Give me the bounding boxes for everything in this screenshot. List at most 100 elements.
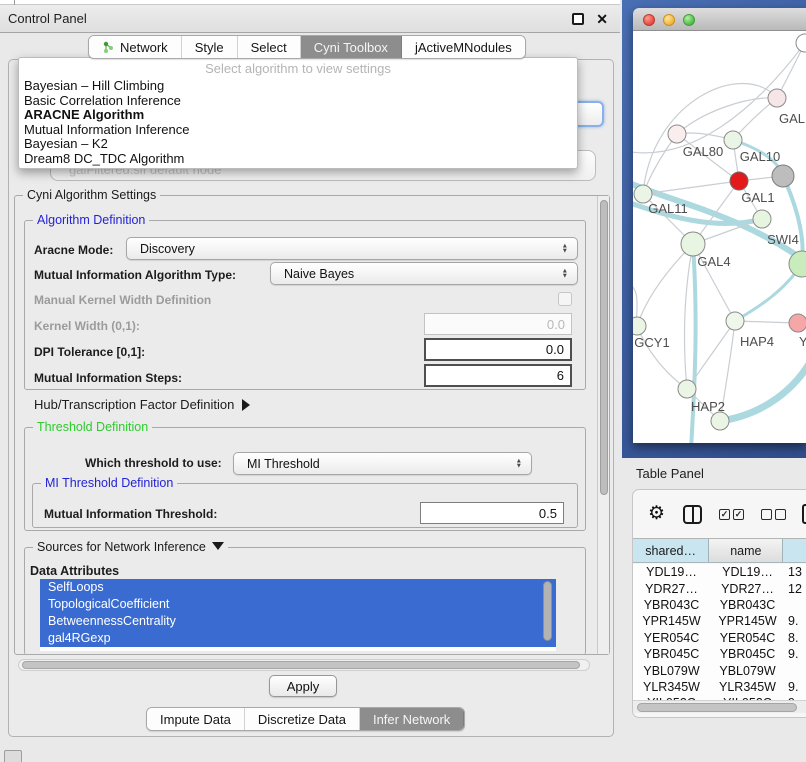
- dropdown-item[interactable]: Bayesian – Hill Climbing: [24, 79, 574, 94]
- sources-title[interactable]: Sources for Network Inference: [33, 540, 228, 554]
- hub-definition-expander[interactable]: Hub/Transcription Factor Definition: [34, 397, 250, 412]
- which-threshold-label: Which threshold to use:: [85, 456, 222, 470]
- node-gal80[interactable]: [668, 125, 686, 143]
- cyni-settings-title: Cyni Algorithm Settings: [23, 188, 160, 202]
- table-rows: YDL19…YDL19…13 YDR27…YDR27…12 YBR043CYBR…: [633, 564, 806, 700]
- node-gal-tr[interactable]: [768, 89, 786, 107]
- attribute-item[interactable]: gal4RGexp: [40, 630, 556, 647]
- dropdown-item[interactable]: Mutual Information Inference: [24, 123, 574, 138]
- node-label: GAL4: [697, 254, 730, 269]
- dropdown-item[interactable]: Dream8 DC_TDC Algorithm: [24, 152, 574, 167]
- mi-type-value: Naive Bayes: [284, 267, 354, 281]
- node-gal4[interactable]: [681, 232, 705, 256]
- tab-infer-network[interactable]: Infer Network: [360, 708, 464, 730]
- function-builder-icon[interactable]: [802, 504, 806, 524]
- node-label: GAL80: [683, 144, 723, 159]
- table-panel-card: ⚙ ✓✓ shared… name YDL19…YDL19…13 YDR27…Y…: [632, 489, 806, 718]
- node-top-partial[interactable]: [796, 34, 806, 52]
- table-panel-title: Table Panel: [636, 466, 704, 481]
- node-swi4[interactable]: [753, 210, 771, 228]
- kernel-width-label: Kernel Width (0,1):: [34, 319, 140, 333]
- dropdown-prompt: Select algorithm to view settings: [19, 61, 577, 76]
- which-threshold-value: MI Threshold: [247, 457, 320, 471]
- mi-type-label: Mutual Information Algorithm Type:: [34, 268, 236, 282]
- split-columns-icon[interactable]: [683, 505, 702, 524]
- aracne-mode-combobox[interactable]: Discovery ▲▼: [126, 237, 578, 260]
- node-label: Y: [799, 334, 806, 349]
- table-row[interactable]: YDL19…YDL19…13: [633, 564, 806, 580]
- column-header-shared-name[interactable]: shared…: [633, 539, 709, 562]
- close-panel-icon[interactable]: ✕: [596, 11, 608, 27]
- mi-steps-label: Mutual Information Steps:: [34, 371, 182, 385]
- deselect-all-icon[interactable]: [761, 509, 786, 520]
- close-window-icon[interactable]: [643, 14, 655, 26]
- table-horizontal-scrollbar[interactable]: [633, 700, 806, 713]
- network-view-window: GAL GAL80 GAL10 GAL1 GAL11 SWI4 GAL4 GCY…: [633, 8, 806, 443]
- tab-select[interactable]: Select: [238, 36, 301, 58]
- attribute-item[interactable]: TopologicalCoefficient: [40, 596, 556, 613]
- node-hap4[interactable]: [726, 312, 744, 330]
- minimized-panel-icon[interactable]: [4, 750, 22, 762]
- stepper-arrows-icon: ▲▼: [562, 268, 568, 279]
- mi-threshold-field[interactable]: [420, 502, 564, 524]
- dropdown-item-selected[interactable]: ARACNE Algorithm: [24, 108, 574, 123]
- float-panel-icon[interactable]: [572, 13, 584, 25]
- manual-kernel-checkbox[interactable]: [558, 292, 572, 306]
- table-row[interactable]: YBL079WYBL079W: [633, 662, 806, 678]
- which-threshold-combobox[interactable]: MI Threshold ▲▼: [233, 452, 532, 475]
- table-row[interactable]: YBR045CYBR045C9.: [633, 646, 806, 662]
- node-labels: GAL GAL80 GAL10 GAL1 GAL11 SWI4 GAL4 GCY…: [634, 111, 806, 414]
- column-header-name[interactable]: name: [709, 539, 783, 562]
- algorithm-definition-title: Algorithm Definition: [33, 213, 149, 227]
- node-label: GAL: [779, 111, 805, 126]
- dpi-tolerance-label: DPI Tolerance [0,1]:: [34, 345, 145, 359]
- table-row[interactable]: YBR043CYBR043C: [633, 597, 806, 613]
- network-canvas[interactable]: GAL GAL80 GAL10 GAL1 GAL11 SWI4 GAL4 GCY…: [633, 31, 806, 443]
- mi-type-combobox[interactable]: Naive Bayes ▲▼: [270, 262, 578, 285]
- select-all-icon[interactable]: ✓✓: [719, 509, 744, 520]
- table-row[interactable]: YER054CYER054C8.: [633, 630, 806, 646]
- tab-cyni-toolbox[interactable]: Cyni Toolbox: [301, 36, 402, 58]
- tab-jactivemnodules[interactable]: jActiveMNodules: [402, 36, 525, 58]
- tab-impute-data[interactable]: Impute Data: [147, 708, 245, 730]
- tab-discretize-data[interactable]: Discretize Data: [245, 708, 360, 730]
- minimize-window-icon[interactable]: [663, 14, 675, 26]
- gear-icon[interactable]: ⚙: [648, 504, 665, 524]
- node-label: GAL1: [741, 190, 774, 205]
- expander-down-icon: [212, 542, 224, 550]
- node-bot-green[interactable]: [711, 412, 729, 430]
- node-pink[interactable]: [789, 314, 806, 332]
- dpi-tolerance-field[interactable]: [424, 338, 572, 361]
- table-header-row: shared… name: [633, 538, 806, 563]
- attributes-scrollbar[interactable]: [543, 581, 552, 641]
- zoom-window-icon[interactable]: [683, 14, 695, 26]
- table-row[interactable]: YLR345WYLR345W9.: [633, 679, 806, 695]
- attribute-item[interactable]: BetweennessCentrality: [40, 613, 556, 630]
- apply-button[interactable]: Apply: [269, 675, 337, 697]
- kernel-width-field[interactable]: [424, 313, 572, 335]
- node-gal10[interactable]: [724, 131, 742, 149]
- node-gcy1[interactable]: [633, 317, 646, 335]
- attribute-item[interactable]: SelfLoops: [40, 579, 556, 596]
- node-gray[interactable]: [772, 165, 794, 187]
- application-root: Control Panel ✕ Network Style Select Cyn…: [0, 0, 806, 762]
- dropdown-item[interactable]: Bayesian – K2: [24, 137, 574, 152]
- tab-style[interactable]: Style: [182, 36, 238, 58]
- node-label: GAL11: [648, 201, 688, 216]
- dropdown-item[interactable]: Basic Correlation Inference: [24, 94, 574, 109]
- column-header-partial[interactable]: [783, 539, 806, 562]
- data-attributes-list: SelfLoops TopologicalCoefficient Between…: [40, 579, 556, 651]
- table-row[interactable]: YPR145WYPR145W9.: [633, 613, 806, 629]
- table-toolbar: ⚙ ✓✓: [633, 490, 806, 538]
- network-window-titlebar[interactable]: [633, 8, 806, 31]
- settings-vertical-scrollbar[interactable]: [597, 196, 609, 654]
- tab-network[interactable]: Network: [89, 36, 182, 58]
- control-panel-header: Control Panel ✕: [0, 5, 620, 33]
- settings-horizontal-scrollbar[interactable]: [18, 659, 590, 671]
- network-icon: [102, 41, 115, 54]
- data-attributes-label: Data Attributes: [30, 564, 119, 578]
- node-gal1-red[interactable]: [730, 172, 748, 190]
- node-hap2[interactable]: [678, 380, 696, 398]
- table-row[interactable]: YDR27…YDR27…12: [633, 580, 806, 596]
- mi-steps-field[interactable]: [424, 364, 572, 387]
